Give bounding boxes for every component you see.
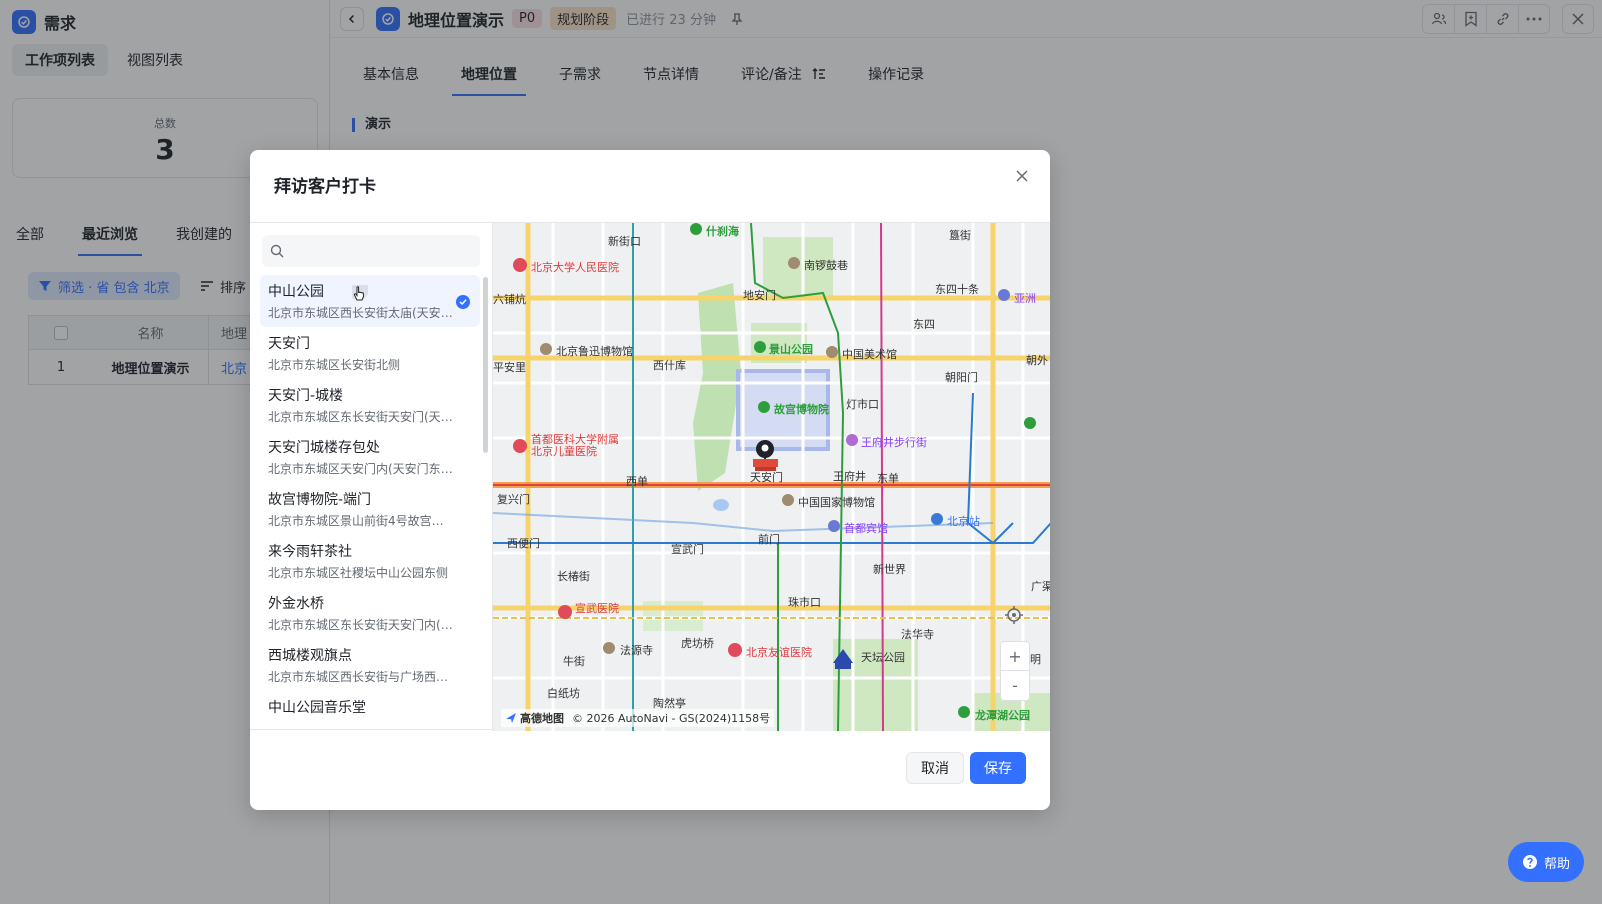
map-label: 白纸坊 [547, 687, 580, 700]
map-label: 朝外 [1026, 354, 1048, 367]
map-label: 西什库 [653, 359, 686, 372]
place-name: 外金水桥 [268, 596, 324, 612]
map-label: 新街口 [608, 235, 641, 248]
locate-icon[interactable] [1004, 605, 1024, 625]
zoom-out-button[interactable]: - [1001, 671, 1029, 700]
place-address: 北京市东城区社稷坛中山公园东侧 [268, 566, 449, 580]
place-search[interactable] [262, 235, 480, 267]
map-attribution: 高德地图 © 2026 AutoNavi - GS(2024)1158号 [501, 709, 775, 727]
place-address: 北京市东城区西长安街太庙(天安门西侧) [268, 306, 453, 320]
search-icon [270, 244, 284, 258]
modal-title: 拜访客户打卡 [274, 177, 376, 197]
place-address: 北京市东城区东长安街天安门内(天安门北侧) [268, 618, 453, 632]
place-address: 北京市东城区西长安街与广场西侧路交叉口 [268, 670, 453, 684]
help-button[interactable]: 帮助 [1507, 842, 1584, 882]
place-name: 天安门-城楼 [268, 388, 344, 404]
place-address: 北京市东城区天安门内(天安门东侧) [268, 462, 453, 476]
map-label: 法华寺 [901, 628, 934, 641]
zoom-in-button[interactable]: + [1001, 642, 1029, 671]
map-label: 宣武医院 [575, 602, 619, 615]
map-label: 复兴门 [497, 493, 530, 506]
place-list-pane: 中山公园 北京市东城区西长安街太庙(天安门西侧) 天安门 北京市东城区长安街北侧… [250, 223, 492, 731]
map-label: 簋街 [949, 229, 971, 242]
place-name: 天安门 [268, 336, 310, 352]
place-item[interactable]: 西城楼观旗点 北京市东城区西长安街与广场西侧路交叉口 [260, 639, 480, 691]
map-label: 平安里 [493, 361, 526, 374]
close-icon [1016, 170, 1028, 182]
map-label: 北京站 [947, 515, 980, 528]
place-item[interactable]: 中山公园音乐堂 [260, 691, 480, 731]
question-icon [1522, 855, 1537, 869]
map-view[interactable]: 什刹海 新街口 簋街 北京大学人民医院 南锣鼓巷 东四十条 亚洲 地安门 六铺炕… [492, 223, 1050, 731]
map-label: 王府井步行街 [861, 436, 927, 449]
place-name: 西城楼观旗点 [268, 648, 352, 664]
place-item[interactable]: 来今雨轩茶社 北京市东城区社稷坛中山公园东侧 [260, 535, 480, 587]
place-list: 中山公园 北京市东城区西长安街太庙(天安门西侧) 天安门 北京市东城区长安街北侧… [260, 275, 480, 731]
modal-close-button[interactable] [1010, 164, 1034, 188]
search-input[interactable] [290, 243, 470, 259]
map-label: 北京大学人民医院 [531, 261, 619, 274]
checkin-modal: 拜访客户打卡 中山公园 北京市东城区西长安街太庙(天安门西侧) 天安门 北京市东… [250, 150, 1050, 810]
map-label: 天坛公园 [861, 651, 905, 664]
map-label: 地安门 [743, 289, 776, 302]
map-label: 灯市口 [846, 398, 879, 411]
place-item[interactable]: 天安门城楼存包处 北京市东城区天安门内(天安门东侧) [260, 431, 480, 483]
place-name: 故宫博物院-端门 [268, 492, 372, 508]
selected-check-icon [456, 295, 470, 309]
map-label: 前门 [758, 533, 780, 546]
map-label: 珠市口 [788, 596, 821, 609]
map-label: 景山公园 [769, 343, 813, 356]
map-label: 中国美术馆 [842, 348, 897, 361]
place-item[interactable]: 外金水桥 北京市东城区东长安街天安门内(天安门北侧) [260, 587, 480, 639]
place-name: 天安门城楼存包处 [268, 440, 380, 456]
map-label: 东单 [877, 472, 899, 485]
map-zoom-control: + - [1000, 641, 1030, 701]
map-label: 六铺炕 [493, 293, 526, 306]
map-label: 什刹海 [706, 225, 739, 238]
map-label: 南锣鼓巷 [804, 259, 848, 272]
map-label: 广渠 [1031, 580, 1050, 593]
list-scrollbar[interactable] [483, 277, 488, 453]
map-label: 牛街 [563, 655, 585, 668]
map-label: 宣武门 [671, 543, 704, 556]
place-address: 北京市东城区东长安街天安门(天安门广场北侧) [268, 410, 453, 424]
map-label: 王府井 [833, 470, 866, 483]
map-label: 朝阳门 [945, 371, 978, 384]
place-item[interactable]: 天安门 北京市东城区长安街北侧 [260, 327, 480, 379]
place-name: 中山公园 [268, 284, 324, 300]
attribution-text: © 2026 AutoNavi - GS(2024)1158号 [572, 712, 771, 725]
map-label: 首都医科大学附属北京儿童医院 [531, 433, 619, 458]
map-label: 西便门 [507, 537, 540, 550]
map-label: 北京友谊医院 [746, 646, 812, 659]
map-label: 东四十条 [935, 283, 979, 296]
map-label: 西单 [626, 475, 648, 488]
map-label: 北京鲁迅博物馆 [556, 345, 633, 358]
modal-body: 中山公园 北京市东城区西长安街太庙(天安门西侧) 天安门 北京市东城区长安街北侧… [250, 222, 1050, 731]
place-address: 北京市东城区景山前街4号故宫博物院内 [268, 514, 453, 528]
place-name: 中山公园音乐堂 [268, 700, 366, 716]
amap-logo-icon [506, 713, 516, 723]
place-name: 来今雨轩茶社 [268, 544, 352, 560]
map-label: 龙潭湖公园 [975, 709, 1030, 722]
map-label: 长椿街 [557, 570, 590, 583]
map-label: 法源寺 [620, 644, 653, 657]
cancel-button[interactable]: 取消 [906, 752, 964, 784]
help-label: 帮助 [1543, 856, 1570, 872]
map-label: 中国国家博物馆 [798, 496, 875, 509]
amap-logo: 高德地图 [505, 710, 564, 726]
save-button[interactable]: 保存 [970, 752, 1026, 784]
map-label: 故宫博物院 [774, 403, 829, 416]
place-item[interactable]: 天安门-城楼 北京市东城区东长安街天安门(天安门广场北侧) [260, 379, 480, 431]
map-label: 天安门 [750, 471, 783, 484]
place-item[interactable]: 故宫博物院-端门 北京市东城区景山前街4号故宫博物院内 [260, 483, 480, 535]
map-label: 首都宾馆 [844, 522, 888, 535]
map-label: 东四 [913, 318, 935, 331]
place-item[interactable]: 中山公园 北京市东城区西长安街太庙(天安门西侧) [260, 275, 480, 327]
modal-footer: 取消 保存 [250, 730, 1050, 810]
map-label: 亚洲 [1014, 292, 1036, 305]
hand-cursor-icon [352, 285, 368, 301]
map-label: 虎坊桥 [681, 637, 714, 650]
map-label: 新世界 [873, 563, 906, 576]
place-address: 北京市东城区长安街北侧 [268, 358, 401, 372]
